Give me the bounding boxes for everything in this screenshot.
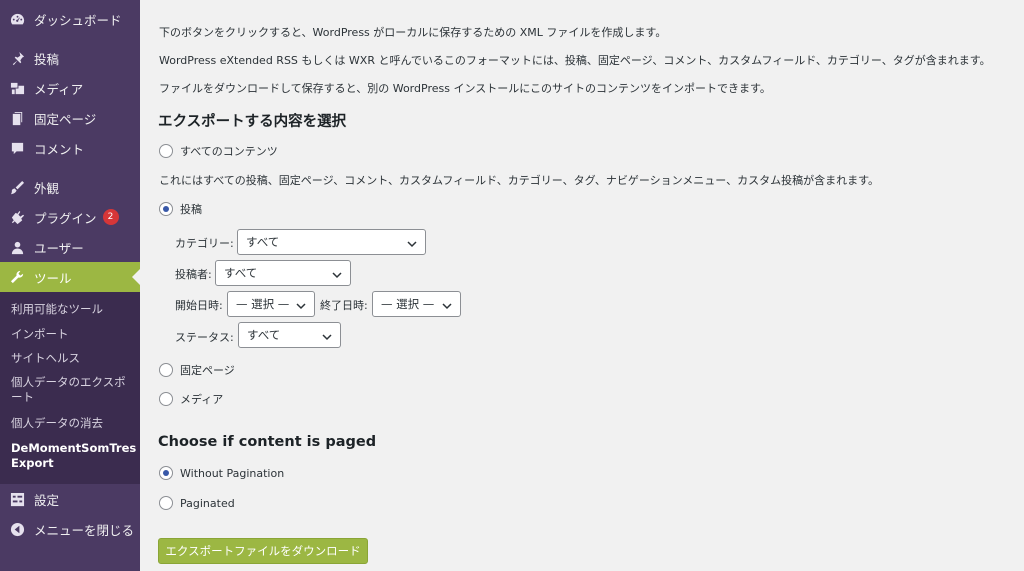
menu-posts[interactable]: 投稿 (0, 43, 140, 73)
menu-users[interactable]: ユーザー (0, 232, 140, 262)
menu-plugins-label: プラグイン (34, 210, 97, 226)
submenu-export-personal-data[interactable]: 個人データのエクスポート (11, 375, 133, 405)
paged-heading: Choose if content is paged (158, 434, 377, 450)
export-content-heading: エクスポートする内容を選択 (158, 114, 347, 130)
radio-all-content-button[interactable] (159, 144, 173, 158)
category-select-value: すべて (246, 235, 280, 249)
end-date-label: 終了日時: (320, 299, 368, 312)
radio-media-label: メディア (180, 393, 224, 406)
admin-sidebar: ダッシュボード 投稿 メディア 固定ページ コメント 外観 プラグイン 2 ユー… (0, 0, 140, 571)
menu-comments-label: コメント (34, 141, 85, 157)
status-select-value: すべて (247, 328, 281, 342)
menu-media-label: メディア (34, 81, 84, 97)
intro-paragraph-1: 下のボタンをクリックすると、WordPress がローカルに保存するための XM… (159, 26, 667, 39)
media-icon (9, 80, 25, 96)
menu-posts-label: 投稿 (34, 51, 60, 67)
menu-dashboard-label: ダッシュボード (34, 12, 122, 28)
submenu-erase-personal-data[interactable]: 個人データの消去 (11, 416, 133, 431)
category-select[interactable]: すべて (237, 229, 426, 255)
author-select-value: すべて (224, 266, 258, 280)
page-icon (9, 110, 25, 126)
collapse-icon (9, 521, 25, 537)
radio-without-pagination[interactable]: Without Pagination (159, 466, 284, 480)
main-content: 下のボタンをクリックすると、WordPress がローカルに保存するための XM… (140, 0, 1024, 571)
radio-posts-button[interactable] (159, 202, 173, 216)
menu-dashboard[interactable]: ダッシュボード (0, 4, 140, 34)
radio-without-pagination-button[interactable] (159, 466, 173, 480)
status-label: ステータス: (175, 331, 234, 344)
end-date-select[interactable]: — 選択 — (372, 291, 461, 317)
radio-pages[interactable]: 固定ページ (159, 362, 235, 378)
menu-users-label: ユーザー (34, 240, 84, 256)
author-label: 投稿者: (175, 268, 212, 281)
radio-all-content[interactable]: すべてのコンテンツ (159, 143, 278, 159)
current-menu-arrow (132, 269, 140, 285)
menu-collapse-label: メニューを閉じる (34, 522, 135, 538)
status-select[interactable]: すべて (238, 322, 341, 348)
radio-paginated-button[interactable] (159, 496, 173, 510)
download-export-button[interactable]: エクスポートファイルをダウンロード (158, 538, 368, 564)
submenu-demomentsomtres-export[interactable]: DeMomentSomTres Export (11, 441, 136, 471)
menu-plugins[interactable]: プラグイン 2 (0, 202, 140, 232)
radio-pages-label: 固定ページ (180, 364, 235, 377)
end-date-select-value: — 選択 — (381, 297, 435, 311)
user-icon (9, 239, 25, 255)
menu-appearance[interactable]: 外観 (0, 172, 140, 202)
author-select[interactable]: すべて (215, 260, 351, 286)
start-date-select-value: — 選択 — (236, 297, 290, 311)
dashboard-icon (9, 11, 25, 27)
chevron-down-icon (332, 269, 342, 279)
radio-posts[interactable]: 投稿 (159, 201, 202, 217)
radio-all-content-label: すべてのコンテンツ (180, 145, 278, 158)
chevron-down-icon (322, 331, 332, 341)
comment-icon (9, 140, 25, 156)
radio-posts-label: 投稿 (180, 203, 202, 216)
all-content-description: これにはすべての投稿、固定ページ、コメント、カスタムフィールド、カテゴリー、タグ… (159, 174, 880, 187)
submenu-available-tools[interactable]: 利用可能なツール (11, 302, 133, 317)
pin-icon (9, 50, 25, 66)
menu-media[interactable]: メディア (0, 73, 140, 103)
menu-pages[interactable]: 固定ページ (0, 103, 140, 133)
intro-paragraph-2: WordPress eXtended RSS もしくは WXR と呼んでいるこの… (159, 54, 991, 67)
menu-settings-label: 設定 (34, 492, 60, 508)
category-label: カテゴリー: (175, 237, 234, 250)
menu-tools[interactable]: ツール (0, 262, 140, 292)
radio-without-pagination-label: Without Pagination (180, 466, 285, 480)
start-date-select[interactable]: — 選択 — (227, 291, 315, 317)
start-date-label: 開始日時: (175, 299, 223, 312)
intro-paragraph-3: ファイルをダウンロードして保存すると、別の WordPress インストールにこ… (159, 82, 771, 95)
radio-paginated[interactable]: Paginated (159, 496, 235, 510)
appearance-icon (9, 179, 25, 195)
settings-icon (9, 491, 25, 507)
wrench-icon (9, 269, 25, 285)
submenu-import[interactable]: インポート (11, 327, 133, 342)
radio-pages-button[interactable] (159, 363, 173, 377)
tools-submenu: 利用可能なツール インポート サイトヘルス 個人データのエクスポート 個人データ… (0, 292, 140, 484)
chevron-down-icon (407, 238, 417, 248)
submenu-site-health[interactable]: サイトヘルス (11, 351, 133, 366)
radio-media-button[interactable] (159, 392, 173, 406)
chevron-down-icon (296, 300, 306, 310)
menu-tools-label: ツール (34, 270, 72, 286)
plugin-icon (9, 209, 25, 225)
menu-collapse[interactable]: メニューを閉じる (0, 514, 140, 544)
menu-pages-label: 固定ページ (34, 111, 97, 127)
chevron-down-icon (442, 300, 452, 310)
radio-media[interactable]: メディア (159, 391, 223, 407)
update-count-badge: 2 (102, 209, 119, 225)
menu-settings[interactable]: 設定 (0, 484, 140, 514)
menu-comments[interactable]: コメント (0, 133, 140, 163)
radio-paginated-label: Paginated (180, 496, 235, 510)
menu-appearance-label: 外観 (34, 180, 60, 196)
